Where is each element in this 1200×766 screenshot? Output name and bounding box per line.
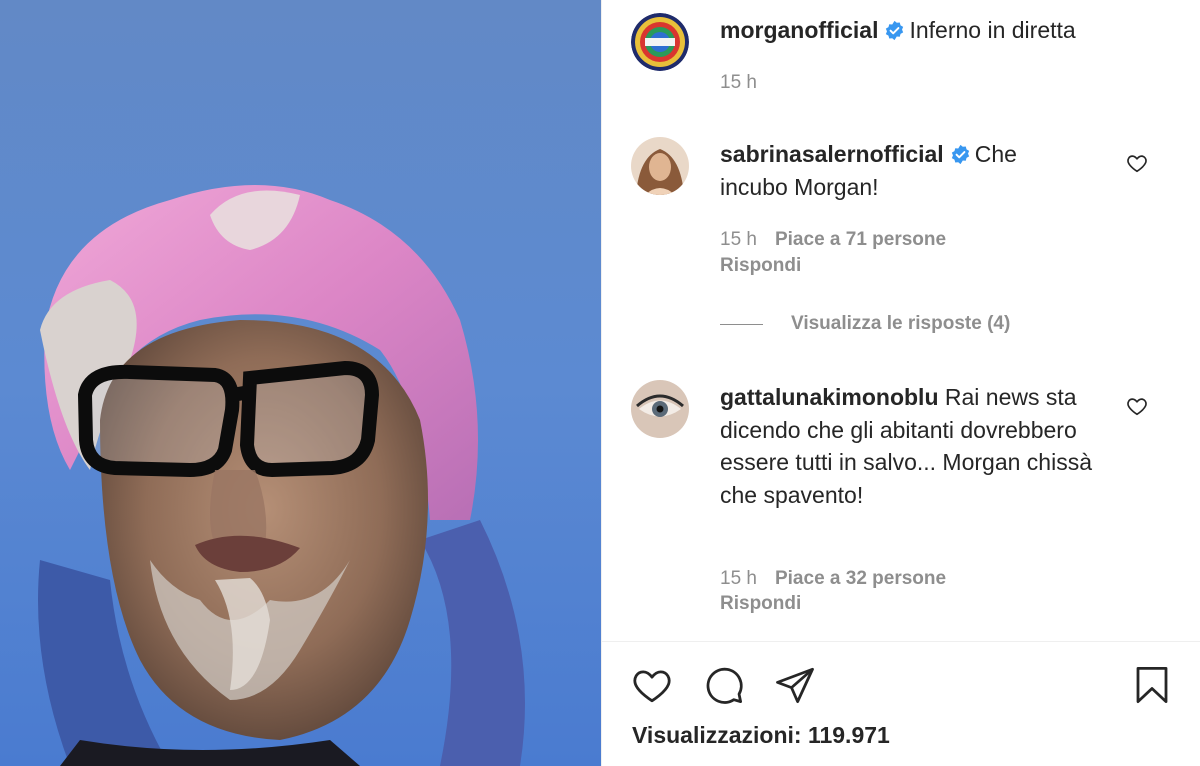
comment-like-heart-icon[interactable]: [1126, 152, 1148, 174]
comment-1-meta: 15 h Piace a 71 persone: [720, 229, 946, 251]
comment-like-heart-icon[interactable]: [1126, 395, 1148, 417]
heart-icon: [633, 670, 671, 703]
author-avatar[interactable]: [631, 13, 689, 71]
comment-2-likes[interactable]: Piace a 32 persone: [775, 568, 946, 589]
post-photo: [0, 0, 601, 766]
caption-text: Inferno in diretta: [909, 17, 1076, 43]
post-time[interactable]: 15 h: [720, 72, 757, 94]
share-button[interactable]: [773, 663, 817, 707]
paper-plane-icon: [776, 667, 814, 704]
commenter-avatar[interactable]: [631, 137, 689, 195]
verified-badge-icon: [951, 144, 969, 165]
comment-1: sabrinasalernofficial Che incubo Morgan!: [720, 138, 1080, 203]
comment-bubble-icon: [706, 667, 743, 704]
view-replies-label: Visualizza le risposte (4): [791, 313, 1011, 334]
verified-badge-icon: [886, 20, 904, 41]
post-caption: morganofficial Inferno in diretta: [720, 14, 1076, 46]
comment-button[interactable]: [702, 663, 746, 707]
views-count: Visualizzazioni: 119.971: [632, 722, 890, 748]
comment-2-time[interactable]: 15 h: [720, 568, 757, 589]
like-button[interactable]: [630, 663, 674, 707]
comment-2-meta: 15 h Piace a 32 persone: [720, 568, 946, 590]
replies-divider-line: [720, 323, 763, 325]
comment-2-username[interactable]: gattalunakimonoblu: [720, 384, 939, 410]
commenter-avatar[interactable]: [631, 380, 689, 438]
comment-1-likes[interactable]: Piace a 71 persone: [775, 229, 946, 250]
comment-2: gattalunakimonoblu Rai news sta dicendo …: [720, 381, 1100, 511]
save-button[interactable]: [1130, 663, 1174, 707]
post-media[interactable]: [0, 0, 601, 766]
author-username[interactable]: morganofficial: [720, 17, 878, 43]
view-replies-button[interactable]: Visualizza le risposte (4): [720, 313, 1010, 335]
post-side-panel: morganofficial Inferno in diretta 15 h sa…: [601, 0, 1200, 766]
comment-2-reply-button[interactable]: Rispondi: [720, 593, 801, 615]
comment-1-time[interactable]: 15 h: [720, 229, 757, 250]
comment-1-username[interactable]: sabrinasalernofficial: [720, 141, 944, 167]
section-divider: [602, 641, 1200, 642]
comment-1-reply-button[interactable]: Rispondi: [720, 255, 801, 277]
bookmark-icon: [1136, 666, 1168, 704]
